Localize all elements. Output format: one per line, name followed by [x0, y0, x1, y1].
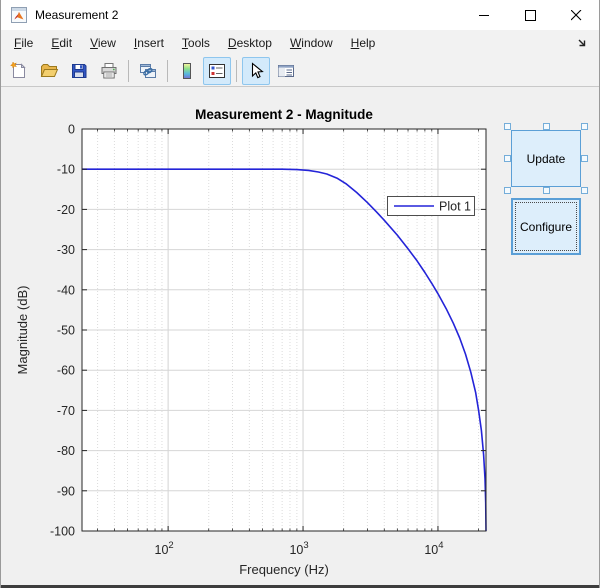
y-tick-label: -30 [57, 243, 75, 257]
y-tick-label: -80 [57, 444, 75, 458]
resize-handle[interactable] [543, 123, 550, 130]
y-tick-label: -10 [57, 163, 75, 177]
resize-handle[interactable] [581, 155, 588, 162]
toolbar-separator [167, 60, 168, 82]
figure-canvas: 0 -10 -20 -30 -40 -50 -60 -70 -80 -90 -100 102 103 10… [1, 88, 599, 588]
link-plot-button[interactable] [134, 57, 162, 85]
insert-colorbar-icon [177, 61, 197, 81]
menu-item-tools[interactable]: Tools [173, 32, 219, 54]
open-file-button[interactable] [35, 57, 63, 85]
new-figure-button[interactable] [5, 57, 33, 85]
resize-handle[interactable] [504, 123, 511, 130]
menu-item-help[interactable]: Help [342, 32, 385, 54]
print-figure-icon [99, 61, 119, 81]
resize-handle[interactable] [581, 187, 588, 194]
link-plot-icon [138, 61, 158, 81]
dock-arrow-icon[interactable] [575, 36, 591, 52]
x-tick-label: 104 [424, 540, 443, 557]
menu-item-edit[interactable]: Edit [42, 32, 81, 54]
open-file-icon [39, 61, 59, 81]
print-figure-button[interactable] [95, 57, 123, 85]
new-figure-icon [9, 61, 29, 81]
property-editor-button[interactable] [272, 57, 300, 85]
close-icon [571, 10, 582, 21]
figure-toolbar [1, 56, 599, 87]
menu-bar: FileEditViewInsertToolsDesktopWindowHelp [1, 30, 599, 56]
menu-items: FileEditViewInsertToolsDesktopWindowHelp [5, 32, 384, 54]
maximize-button[interactable] [507, 0, 553, 30]
resize-handle[interactable] [543, 187, 550, 194]
x-axis-label: Frequency (Hz) [239, 562, 329, 577]
menu-item-desktop[interactable]: Desktop [219, 32, 281, 54]
y-tick-label: -60 [57, 364, 75, 378]
y-tick-label: 0 [68, 123, 75, 137]
figure-window: Measurement 2 FileEditViewInsertToolsDes… [0, 0, 600, 588]
minimize-icon [479, 10, 490, 21]
maximize-icon [525, 10, 536, 21]
minimize-button[interactable] [461, 0, 507, 30]
configure-button-label: Configure [515, 202, 577, 251]
title-bar: Measurement 2 [1, 0, 599, 30]
menu-item-window[interactable]: Window [281, 32, 342, 54]
matlab-figure-icon [11, 7, 27, 23]
y-tick-label: -50 [57, 324, 75, 338]
insert-legend-icon [207, 61, 227, 81]
y-tick-label: -40 [57, 283, 75, 297]
edit-plot-icon [246, 61, 266, 81]
save-figure-button[interactable] [65, 57, 93, 85]
resize-handle[interactable] [581, 123, 588, 130]
configure-button[interactable]: Configure [511, 198, 581, 255]
y-tick-label: -100 [50, 525, 75, 539]
magnitude-plot[interactable]: 0 -10 -20 -30 -40 -50 -60 -70 -80 -90 -100 102 103 10… [1, 88, 599, 588]
toolbar-separator [128, 60, 129, 82]
insert-colorbar-button[interactable] [173, 57, 201, 85]
x-tick-label: 103 [289, 540, 308, 557]
property-editor-icon [276, 61, 296, 81]
y-tick-label: -20 [57, 203, 75, 217]
edit-plot-button[interactable] [242, 57, 270, 85]
y-axis-label: Magnitude (dB) [15, 286, 30, 375]
insert-legend-button[interactable] [203, 57, 231, 85]
resize-handle[interactable] [504, 187, 511, 194]
plot-title: Measurement 2 - Magnitude [195, 107, 373, 122]
save-figure-icon [69, 61, 89, 81]
legend-label: Plot 1 [439, 200, 471, 214]
resize-handle[interactable] [504, 155, 511, 162]
y-tick-label: -90 [57, 484, 75, 498]
update-button[interactable]: Update [511, 130, 581, 187]
x-tick-label: 102 [155, 540, 174, 557]
menu-item-file[interactable]: File [5, 32, 42, 54]
close-button[interactable] [553, 0, 599, 30]
window-title: Measurement 2 [35, 8, 461, 22]
window-controls [461, 0, 599, 30]
toolbar-separator [236, 60, 237, 82]
menu-item-insert[interactable]: Insert [125, 32, 173, 54]
y-tick-label: -70 [57, 404, 75, 418]
menu-item-view[interactable]: View [81, 32, 125, 54]
